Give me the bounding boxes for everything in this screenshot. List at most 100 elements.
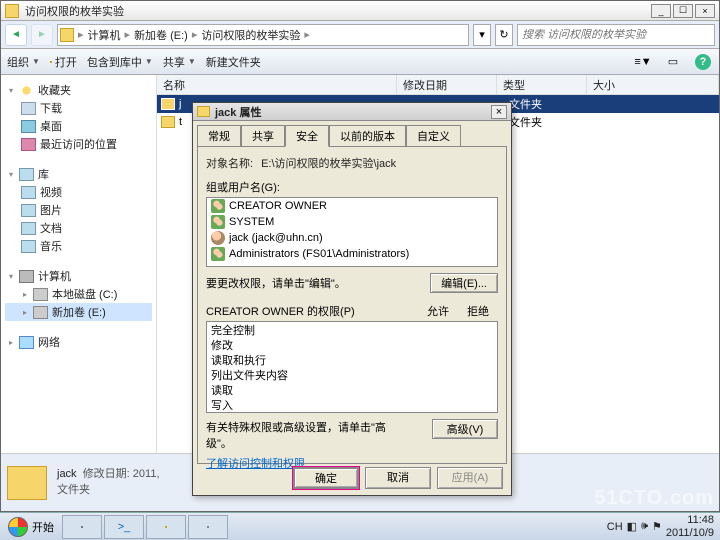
tray-icon[interactable]: ⚑ — [652, 520, 662, 533]
group-item[interactable]: jack (jack@uhn.cn) — [207, 230, 497, 246]
dialog-close-button[interactable]: × — [491, 105, 507, 119]
search-input[interactable] — [522, 29, 710, 41]
organize-menu[interactable]: 组织▼ — [7, 54, 40, 70]
group-item[interactable]: Administrators (FS01\Administrators) — [207, 246, 497, 262]
view-button[interactable]: ≡▼ — [633, 52, 653, 72]
col-type[interactable]: 类型 — [497, 75, 587, 94]
tab-general[interactable]: 常规 — [197, 125, 241, 147]
address-bar[interactable]: ▸ 计算机▸ 新加卷 (E:)▸ 访问权限的枚举实验▸ — [57, 24, 469, 46]
refresh-button[interactable]: ↻ — [495, 24, 513, 46]
apply-button[interactable]: 应用(A) — [437, 467, 503, 489]
preview-button[interactable]: ▭ — [663, 52, 683, 72]
crumb-folder[interactable]: 访问权限的枚举实验 — [201, 27, 300, 43]
col-size[interactable]: 大小 — [587, 75, 719, 94]
desktop-icon — [21, 120, 36, 133]
group-icon — [211, 199, 225, 213]
back-button[interactable]: ◄ — [5, 24, 27, 46]
taskbar: 开始 >_ CH ◧ 🕪 ⚑ 11:48 2011/10/9 — [0, 512, 720, 540]
cancel-button[interactable]: 取消 — [365, 467, 431, 489]
dialog-title: jack 属性 — [215, 104, 491, 120]
nav-documents[interactable]: 文档 — [5, 219, 152, 237]
nav-downloads[interactable]: 下载 — [5, 99, 152, 117]
nav-pictures[interactable]: 图片 — [5, 201, 152, 219]
folder-icon — [161, 98, 175, 110]
group-item[interactable]: SYSTEM — [207, 214, 497, 230]
learn-link[interactable]: 了解访问控制和权限 — [206, 458, 305, 470]
address-dropdown[interactable]: ▾ — [473, 24, 491, 46]
tab-previous[interactable]: 以前的版本 — [329, 125, 406, 147]
start-button[interactable]: 开始 — [0, 515, 62, 539]
tray-icon[interactable]: 🕪 — [641, 520, 648, 533]
folder-icon — [197, 106, 210, 117]
search-box[interactable] — [517, 24, 715, 46]
taskbar-item[interactable] — [188, 515, 228, 539]
tab-body: 对象名称:E:\访问权限的枚举实验\jack 组或用户名(G): CREATOR… — [197, 146, 507, 464]
tray-icon[interactable]: ◧ — [627, 520, 637, 533]
nav-pane: ▾收藏夹 下载 桌面 最近访问的位置 ▾库 视频 图片 文档 音乐 ▾计算机 ▸… — [1, 75, 157, 453]
taskbar-item[interactable] — [146, 515, 186, 539]
ok-button[interactable]: 确定 — [293, 467, 359, 489]
nav-libraries[interactable]: ▾库 — [5, 165, 152, 183]
open-button[interactable]: 打开 — [50, 54, 77, 70]
advanced-button[interactable]: 高级(V) — [432, 419, 498, 439]
permissions-list[interactable]: 完全控制 修改 读取和执行 列出文件夹内容 读取 写入 — [206, 321, 498, 413]
network-icon — [19, 336, 34, 349]
permission-item: 完全控制 — [207, 322, 497, 337]
maximize-button[interactable]: ☐ — [673, 4, 693, 18]
object-name-label: 对象名称: — [206, 155, 253, 171]
col-name[interactable]: 名称 — [157, 75, 397, 94]
group-item[interactable]: CREATOR OWNER — [207, 198, 497, 214]
taskbar-item[interactable] — [62, 515, 102, 539]
forward-button[interactable]: ► — [31, 24, 53, 46]
nav-music[interactable]: 音乐 — [5, 237, 152, 255]
tab-share[interactable]: 共享 — [241, 125, 285, 147]
nav-edrive[interactable]: ▸新加卷 (E:) — [5, 303, 152, 321]
document-icon — [21, 222, 36, 235]
folder-icon — [7, 466, 47, 500]
group-user-list[interactable]: CREATOR OWNER SYSTEM jack (jack@uhn.cn) … — [206, 197, 498, 267]
minimize-button[interactable]: _ — [651, 4, 671, 18]
clock[interactable]: 11:48 2011/10/9 — [666, 514, 714, 538]
tab-strip: 常规 共享 安全 以前的版本 自定义 — [193, 121, 511, 146]
library-icon — [19, 168, 34, 181]
dialog-titlebar: jack 属性 × — [193, 103, 511, 121]
nav-computer[interactable]: ▾计算机 — [5, 267, 152, 285]
include-menu[interactable]: 包含到库中▼ — [87, 54, 153, 70]
nav-cdrive[interactable]: ▸本地磁盘 (C:) — [5, 285, 152, 303]
permission-item: 读取 — [207, 382, 497, 397]
detail-type: 文件夹 — [57, 483, 160, 498]
tab-custom[interactable]: 自定义 — [406, 125, 461, 147]
col-date[interactable]: 修改日期 — [397, 75, 497, 94]
object-name-value: E:\访问权限的枚举实验\jack — [261, 155, 396, 171]
help-button[interactable]: ? — [693, 52, 713, 72]
toolbar: 组织▼ 打开 包含到库中▼ 共享▼ 新建文件夹 ≡▼ ▭ ? — [1, 49, 719, 75]
tab-security[interactable]: 安全 — [285, 125, 329, 147]
crumb-computer[interactable]: 计算机 — [88, 27, 121, 43]
share-menu[interactable]: 共享▼ — [163, 54, 196, 70]
system-tray: CH ◧ 🕪 ⚑ 11:48 2011/10/9 — [607, 514, 720, 538]
permission-item: 修改 — [207, 337, 497, 352]
permission-item: 列出文件夹内容 — [207, 367, 497, 382]
ime-indicator[interactable]: CH — [607, 521, 623, 533]
window-title: 访问权限的枚举实验 — [25, 3, 651, 19]
properties-dialog: jack 属性 × 常规 共享 安全 以前的版本 自定义 对象名称: E:\访问权… — [192, 102, 512, 496]
list-header: 名称 修改日期 类型 大小 — [157, 75, 719, 95]
nav-desktop[interactable]: 桌面 — [5, 117, 152, 135]
nav-favorites[interactable]: ▾收藏夹 — [5, 81, 152, 99]
nav-bar: ◄ ► ▸ 计算机▸ 新加卷 (E:)▸ 访问权限的枚举实验▸ ▾ ↻ — [1, 21, 719, 49]
close-button[interactable]: × — [695, 4, 715, 18]
taskbar-item[interactable]: >_ — [104, 515, 144, 539]
nav-network[interactable]: ▸网络 — [5, 333, 152, 351]
folder-icon — [5, 4, 19, 18]
edit-hint: 要更改权限，请单击"编辑"。 — [206, 275, 346, 291]
new-folder-button[interactable]: 新建文件夹 — [206, 54, 261, 70]
folder-icon — [161, 116, 175, 128]
user-icon — [211, 231, 225, 245]
edit-button[interactable]: 编辑(E)... — [430, 273, 498, 293]
crumb-drive[interactable]: 新加卷 (E:) — [134, 27, 188, 43]
folder-icon — [50, 61, 52, 63]
nav-videos[interactable]: 视频 — [5, 183, 152, 201]
advanced-hint: 有关特殊权限或高级设置，请单击"高级"。 — [206, 419, 406, 451]
detail-name: jack — [57, 468, 77, 480]
nav-recent[interactable]: 最近访问的位置 — [5, 135, 152, 153]
